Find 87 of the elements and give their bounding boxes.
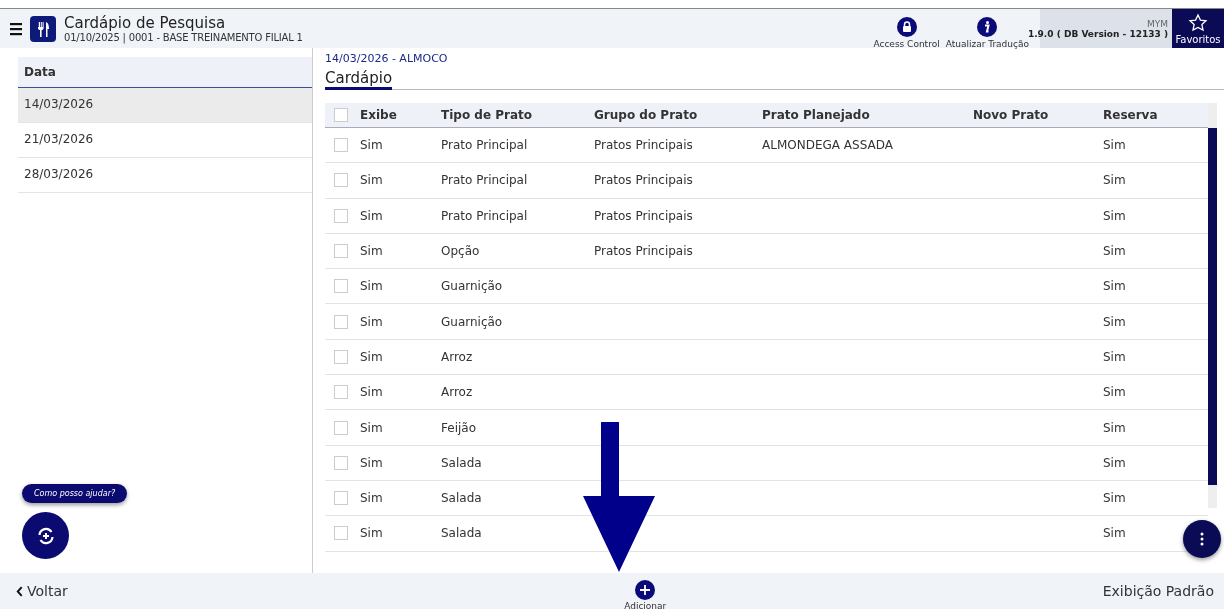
table-cell: Sim — [1103, 491, 1126, 506]
toolbar-button[interactable]: Access Control — [870, 16, 943, 49]
column-header: Reserva — [1103, 108, 1159, 122]
checkbox[interactable] — [334, 244, 348, 259]
version-label: 1.9.0 ( DB Version - 12133 ) — [1027, 28, 1168, 39]
table-cell: Sim — [360, 526, 383, 541]
table-cell: Prato Principal — [441, 208, 528, 223]
table-cell: ALMONDEGA ASSADA — [762, 138, 893, 153]
table-cell: Guarnição — [441, 279, 503, 294]
table-cell: Sim — [1103, 244, 1126, 259]
table-cell: Sim — [360, 349, 383, 364]
date-item[interactable]: 28/03/2026 — [18, 158, 312, 193]
checkbox[interactable] — [334, 138, 348, 153]
refresh-plus-icon — [35, 525, 56, 546]
assistant-button[interactable] — [22, 512, 69, 559]
table-cell: Sim — [1103, 279, 1126, 294]
table-cell: Sim — [360, 244, 383, 259]
help-bubble[interactable]: Como posso ajudar? — [22, 484, 128, 503]
table-cell: Pratos Principais — [594, 208, 693, 223]
table-cell: Pratos Principais — [594, 173, 693, 188]
table-cell: Salada — [441, 491, 482, 506]
table-cell: Sim — [1103, 208, 1126, 223]
column-header: Data — [18, 57, 312, 88]
table-cell: Pratos Principais — [594, 244, 693, 259]
table-cell: Arroz — [441, 349, 473, 364]
table-cell: Salada — [441, 455, 482, 470]
checkbox[interactable] — [334, 385, 348, 400]
user-label: MYM — [1146, 18, 1168, 29]
favorites-button[interactable]: Favoritos — [1172, 9, 1224, 48]
checkbox[interactable] — [334, 491, 348, 506]
tab[interactable]: Cardápio — [325, 69, 393, 90]
column-header: Grupo do Prato — [594, 108, 699, 122]
cutlery-icon — [30, 15, 56, 42]
table-cell: Salada — [441, 526, 482, 541]
checkbox[interactable] — [334, 108, 348, 122]
column-header: Tipo de Prato — [441, 108, 533, 122]
table-cell: Sim — [1103, 420, 1126, 435]
add-button[interactable]: Adicionar — [624, 579, 667, 609]
table-cell: Sim — [360, 420, 383, 435]
table-cell: Sim — [1103, 349, 1126, 364]
menu-icon[interactable] — [10, 21, 22, 36]
date-item[interactable]: 14/03/2026 — [18, 88, 312, 123]
lock-icon — [896, 16, 917, 37]
table-cell: Sim — [1103, 455, 1126, 470]
back-button[interactable]: Voltar — [16, 583, 68, 599]
checkbox[interactable] — [334, 314, 348, 329]
table-cell: Sim — [1103, 138, 1126, 153]
column-header: Prato Planejado — [762, 108, 871, 122]
column-header: Novo Prato — [973, 108, 1050, 122]
table-cell: Sim — [360, 491, 383, 506]
checkbox[interactable] — [334, 173, 348, 188]
table-cell: Opção — [441, 244, 480, 259]
table-cell: Guarnição — [441, 314, 503, 329]
table-cell: Sim — [360, 314, 383, 329]
table-cell: Sim — [360, 208, 383, 223]
plus-circle-icon — [635, 579, 656, 600]
table-cell: Sim — [360, 385, 383, 400]
date-item[interactable]: 21/03/2026 — [18, 123, 312, 158]
more-vertical-icon — [1200, 532, 1204, 546]
checkbox[interactable] — [334, 349, 348, 364]
table-cell: Sim — [1103, 314, 1126, 329]
table-cell: Prato Principal — [441, 138, 528, 153]
table-cell: Arroz — [441, 385, 473, 400]
table-cell: Sim — [1103, 385, 1126, 400]
star-icon — [1188, 12, 1208, 33]
checkbox[interactable] — [334, 526, 348, 541]
table-cell: Sim — [360, 138, 383, 153]
app-title: Cardápio de Pesquisa — [64, 14, 227, 32]
info-icon — [977, 16, 998, 37]
more-button[interactable] — [1183, 520, 1221, 558]
table-cell: Pratos Principais — [594, 138, 693, 153]
table-cell: Sim — [1103, 526, 1126, 541]
checkbox[interactable] — [334, 208, 348, 223]
chevron-left-icon — [16, 585, 23, 597]
table-cell: Prato Principal — [441, 173, 528, 188]
table-cell: Sim — [360, 279, 383, 294]
app-subtitle: 01/10/2025 | 0001 - BASE TREINAMENTO FILIAL 1 — [64, 31, 303, 43]
breadcrumb: 14/03/2026 - ALMOCO — [325, 52, 449, 65]
checkbox[interactable] — [334, 279, 348, 294]
table-cell: Sim — [1103, 173, 1126, 188]
checkbox[interactable] — [334, 455, 348, 470]
table-cell: Feijão — [441, 420, 476, 435]
view-button[interactable]: Exibição Padrão — [1102, 583, 1214, 599]
table-cell: Sim — [360, 455, 383, 470]
checkbox[interactable] — [334, 420, 348, 435]
table-cell: Sim — [360, 173, 383, 188]
column-header: Exibe — [360, 108, 398, 122]
